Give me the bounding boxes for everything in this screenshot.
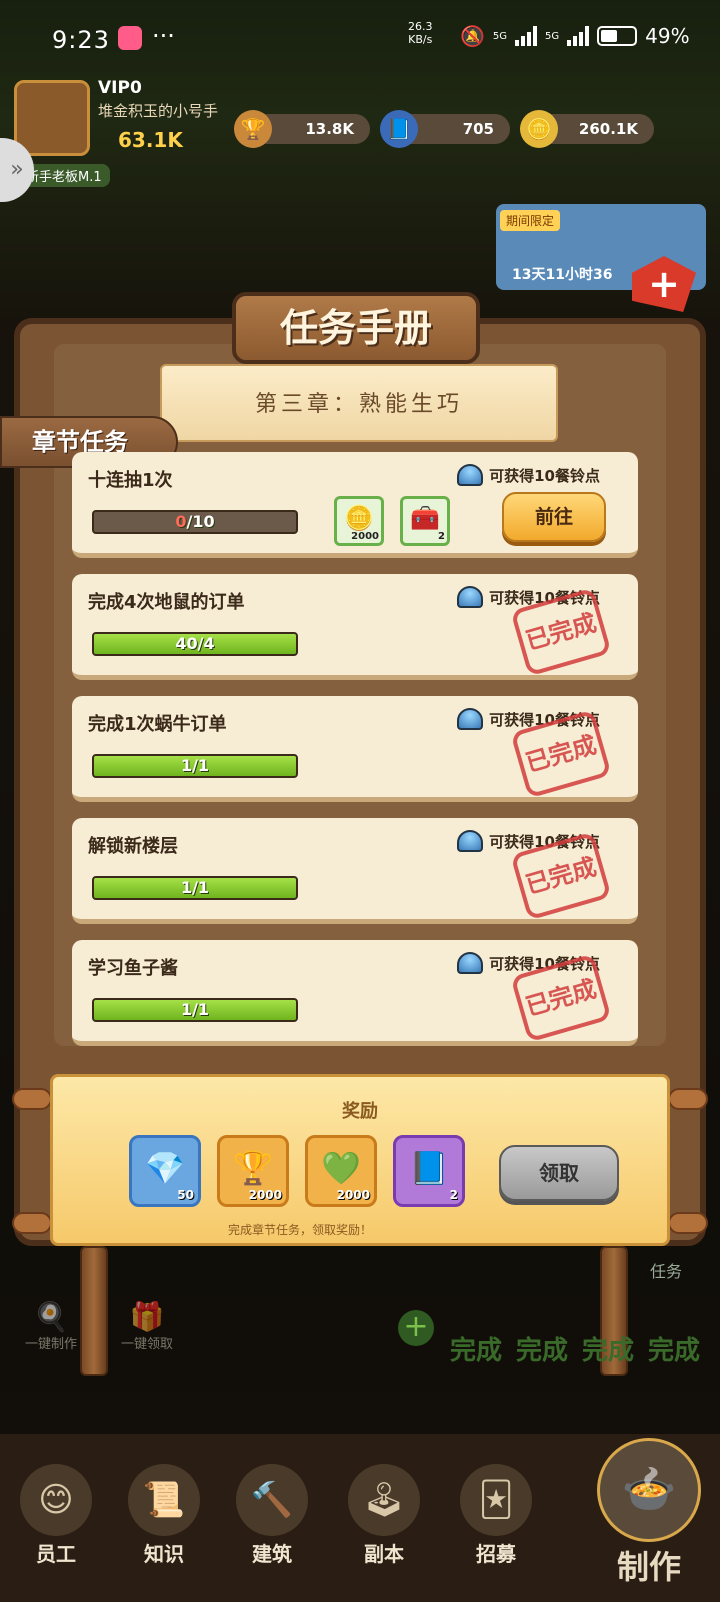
task-progress-bar: 0/10: [92, 510, 298, 534]
task-card: 完成1次蜗牛订单 可获得10餐铃点 1/1 已完成: [72, 696, 638, 802]
bell-icon: [457, 586, 484, 608]
status-bar: 9:23 ··· 26.3 KB/s 🔕 5G 5G 49%: [0, 0, 720, 82]
task-card: 完成4次地鼠的订单 可获得10餐铃点 40/4 已完成: [72, 574, 638, 680]
staff-icon: 😊: [20, 1464, 92, 1536]
rope-knot: [12, 1088, 52, 1110]
bell-icon: [457, 830, 484, 852]
rope-knot: [668, 1088, 708, 1110]
task-progress-bar: 40/4: [92, 632, 298, 656]
rope-knot: [12, 1212, 52, 1234]
progress-label: 0/10: [175, 512, 215, 531]
nav-knowledge[interactable]: 📜 知识: [116, 1464, 212, 1567]
player-nickname: 堆金积玉的小号手: [98, 102, 219, 120]
cards-icon: 🃏: [460, 1464, 532, 1536]
done-label: 完成: [648, 1336, 701, 1366]
task-progress-bar: 1/1: [92, 754, 298, 778]
progress-label: 1/1: [180, 756, 210, 775]
battery-percent: 49%: [645, 24, 690, 48]
task-title: 完成4次地鼠的订单: [88, 592, 245, 613]
reward-title: 奖励: [342, 1101, 378, 1122]
claim-button[interactable]: 领取: [499, 1145, 619, 1201]
bilibili-icon: [118, 26, 142, 50]
progress-label: 1/1: [180, 1000, 210, 1019]
event-timer: 13天11小时36: [512, 267, 613, 283]
signal-icon: [567, 26, 590, 46]
task-card: 解锁新楼层 可获得10餐铃点 1/1 已完成: [72, 818, 638, 924]
progress-label: 40/4: [175, 634, 215, 653]
make-icon: 🍳: [33, 1300, 69, 1333]
claim-icon: 🎁: [129, 1300, 165, 1333]
trophy-icon: 🏆: [233, 1149, 273, 1187]
mute-icon: 🔕: [460, 24, 485, 48]
bell-icon: [457, 708, 484, 730]
reward-item[interactable]: 🪙 2000: [334, 496, 384, 546]
chapter-scroll: 第三章：熟能生巧: [160, 364, 558, 442]
task-progress-bar: 1/1: [92, 998, 298, 1022]
task-title: 十连抽1次: [88, 470, 173, 491]
coin-icon: 🪙: [344, 504, 374, 532]
chapter-reward-banner: 奖励 💎 50 🏆 2000 💚 2000 📘 2 领取 完成章节任务，领取奖励！: [50, 1074, 670, 1246]
task-reward: 可获得10餐铃点: [457, 464, 600, 486]
reward-slot[interactable]: 📘 2: [393, 1135, 465, 1207]
reward-slot[interactable]: 💎 50: [129, 1135, 201, 1207]
player-avatar[interactable]: [14, 80, 90, 156]
hammer-icon: 🔨: [236, 1464, 308, 1536]
clock: 9:23: [52, 26, 110, 54]
go-button[interactable]: 前往: [502, 492, 606, 542]
cooking-pot-icon: 🍲: [597, 1438, 701, 1542]
coin-icon: 🪙: [520, 110, 558, 148]
trophy-icon: 🏆: [234, 110, 272, 148]
task-title: 学习鱼子酱: [88, 958, 178, 979]
nav-staff[interactable]: 😊 员工: [8, 1464, 104, 1567]
add-icon[interactable]: +: [398, 1310, 434, 1346]
scroll-icon: 📜: [128, 1464, 200, 1536]
done-label: 完成: [450, 1336, 503, 1366]
reward-item[interactable]: 🧰 2: [400, 496, 450, 546]
arcade-icon: 🕹: [348, 1464, 420, 1536]
signal-icon: [515, 26, 538, 46]
rope-knot: [668, 1212, 708, 1234]
board-title: 任务手册: [232, 292, 480, 364]
task-title: 解锁新楼层: [88, 836, 178, 857]
task-card: 学习鱼子酱 可获得10餐铃点 1/1 已完成: [72, 940, 638, 1046]
one-click-claim-button[interactable]: 🎁 一键领取: [110, 1300, 184, 1352]
nav-recruit[interactable]: 🃏 招募: [448, 1464, 544, 1567]
network-speed: 26.3 KB/s: [408, 20, 433, 46]
status-icons: 🔕 5G 5G 49%: [460, 24, 690, 48]
one-click-make-button[interactable]: 🍳 一键制作: [14, 1300, 88, 1352]
done-label: 完成: [516, 1336, 569, 1366]
progress-label: 1/1: [180, 878, 210, 897]
battery-icon: [597, 26, 638, 46]
restaurant-income: 63.1K: [118, 128, 183, 152]
make-button[interactable]: 🍲 制作: [586, 1434, 712, 1594]
done-label: 完成: [582, 1336, 635, 1366]
chest-icon: 🧰: [410, 504, 440, 532]
green-gem-icon: 💚: [321, 1149, 361, 1187]
reward-hint: 完成章节任务，领取奖励！: [227, 1223, 372, 1237]
diamond-icon: 💎: [145, 1149, 185, 1187]
reward-slot[interactable]: 🏆 2000: [217, 1135, 289, 1207]
skill-book-icon: 📘: [409, 1149, 449, 1187]
reward-slot[interactable]: 💚 2000: [305, 1135, 377, 1207]
gem-book-icon: 📘: [380, 110, 418, 148]
bell-icon: [457, 464, 484, 486]
task-card: 十连抽1次 可获得10餐铃点 0/10 🪙 2000 🧰 2 前往: [72, 452, 638, 558]
signal-label: 5G: [545, 30, 560, 42]
task-progress-bar: 1/1: [92, 876, 298, 900]
tasks-side-label[interactable]: 任务: [650, 1258, 682, 1282]
task-title: 完成1次蜗牛订单: [88, 714, 227, 735]
nav-building[interactable]: 🔨 建筑: [224, 1464, 320, 1567]
bell-icon: [457, 952, 484, 974]
nav-dungeon[interactable]: 🕹 副本: [336, 1464, 432, 1567]
limited-tag: 期间限定: [500, 210, 561, 231]
more-notifications-icon: ···: [152, 22, 175, 50]
signal-label: 5G: [492, 30, 508, 42]
